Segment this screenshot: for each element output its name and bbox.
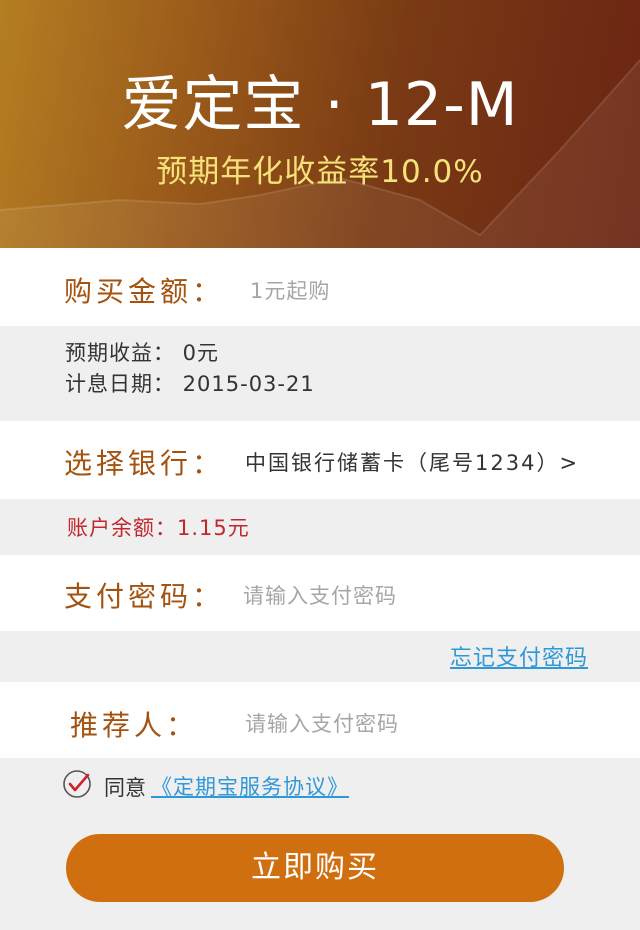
purchase-amount-input[interactable]: 1元起购 bbox=[250, 275, 330, 305]
payment-password-row[interactable]: 支付密码： 请输入支付密码 bbox=[0, 555, 640, 631]
bank-select-label: 选择银行： bbox=[64, 447, 225, 480]
annual-yield: 预期年化收益率10.0% bbox=[156, 154, 484, 190]
account-balance: 账户余额：1.15元 bbox=[67, 516, 250, 540]
referrer-label: 推荐人： bbox=[70, 709, 199, 742]
forgot-password-link[interactable]: 忘记支付密码 bbox=[450, 640, 588, 672]
agree-text: 同意 bbox=[104, 776, 146, 800]
bank-select-row[interactable]: 选择银行： 中国银行储蓄卡（尾号1234）> bbox=[0, 421, 640, 499]
agree-checkbox-icon[interactable] bbox=[62, 769, 92, 799]
referrer-row[interactable]: 推荐人： 请输入支付密码 bbox=[0, 682, 640, 758]
referrer-input[interactable]: 请输入支付密码 bbox=[245, 708, 399, 738]
purchase-amount-label: 购买金额： bbox=[64, 275, 225, 308]
payment-password-input[interactable]: 请输入支付密码 bbox=[243, 580, 397, 610]
product-banner: 爱定宝 · 12-M 预期年化收益率10.0% bbox=[0, 0, 640, 248]
buy-now-button[interactable]: 立即购买 bbox=[66, 834, 564, 902]
purchase-amount-row[interactable]: 购买金额： 1元起购 bbox=[0, 248, 640, 326]
payment-password-label: 支付密码： bbox=[64, 580, 225, 613]
interest-date: 计息日期： 2015-03-21 bbox=[65, 372, 315, 396]
product-title: 爱定宝 · 12-M bbox=[121, 70, 519, 140]
service-agreement-link[interactable]: 《定期宝服务协议》 bbox=[151, 771, 349, 801]
bank-card-selector[interactable]: 中国银行储蓄卡（尾号1234）> bbox=[245, 447, 579, 477]
expected-income: 预期收益： 0元 bbox=[65, 341, 220, 365]
